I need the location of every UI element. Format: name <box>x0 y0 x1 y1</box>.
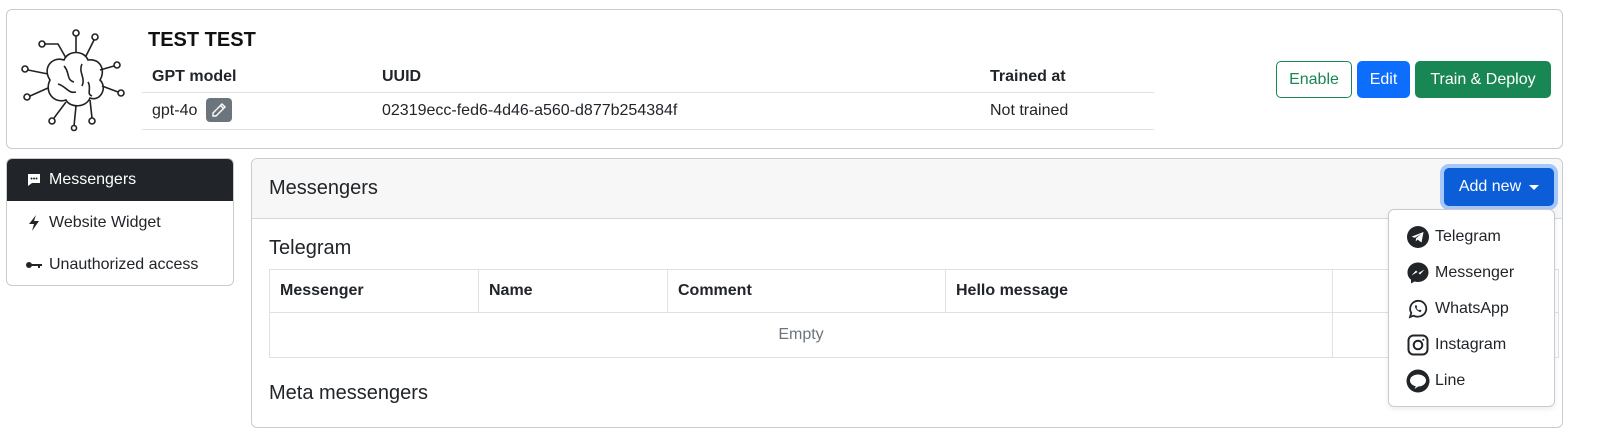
uuid-header: UUID <box>372 62 980 93</box>
sidebar-item-label: Website Widget <box>49 214 161 231</box>
chat-dots-icon <box>25 171 43 189</box>
sidebar-item-label: Unauthorized access <box>49 256 199 273</box>
meta-messengers-section-title: Meta messengers <box>269 382 428 404</box>
dropdown-item-label: WhatsApp <box>1435 300 1509 317</box>
add-new-dropdown-menu: Telegram Messenger WhatsApp Instagram Li… <box>1388 209 1555 407</box>
trained-at-value: Not trained <box>980 92 1154 130</box>
column-header: Comment <box>667 269 946 313</box>
column-header: Messenger <box>269 269 479 313</box>
dropdown-item-label: Instagram <box>1435 336 1507 353</box>
trained-at-header: Trained at <box>980 62 1154 93</box>
bot-details-table: GPT model UUID Trained at gpt-4o 02319ec… <box>142 62 1154 130</box>
bot-title: TEST TEST <box>148 29 256 51</box>
panel-header: Messengers Add new <box>252 159 1562 219</box>
dropdown-item-line[interactable]: Line <box>1405 366 1465 396</box>
empty-cell: Empty <box>269 312 1333 358</box>
pencil-icon <box>212 103 226 117</box>
brain-circuit-logo <box>21 29 125 132</box>
edit-button[interactable]: Edit <box>1357 61 1410 98</box>
dropdown-item-whatsapp[interactable]: WhatsApp <box>1405 294 1509 324</box>
sidebar-item-label: Messengers <box>49 171 137 188</box>
enable-button[interactable]: Enable <box>1276 61 1352 98</box>
sidebar-item-unauthorized-access[interactable]: Unauthorized access <box>7 244 233 285</box>
lightning-icon <box>25 214 43 232</box>
whatsapp-icon <box>1405 296 1431 322</box>
panel-title: Messengers <box>269 177 378 199</box>
sidebar-item-messengers[interactable]: Messengers <box>7 159 233 201</box>
messenger-icon <box>1405 260 1431 286</box>
telegram-icon <box>1405 224 1431 250</box>
telegram-table: Messenger Name Comment Hello message Emp… <box>269 269 1559 358</box>
line-icon <box>1405 368 1431 394</box>
instagram-icon <box>1405 332 1431 358</box>
add-new-button[interactable]: Add new <box>1444 168 1554 206</box>
messengers-panel: Messengers Add new Telegram Messenger Na… <box>251 158 1563 428</box>
dropdown-item-telegram[interactable]: Telegram <box>1405 222 1501 252</box>
dropdown-item-label: Line <box>1435 372 1466 389</box>
add-new-label: Add new <box>1458 178 1522 195</box>
gpt-model-header: GPT model <box>142 62 372 93</box>
dropdown-item-label: Messenger <box>1435 264 1515 281</box>
telegram-section-title: Telegram <box>269 237 352 259</box>
gpt-model-value: gpt-4o <box>152 102 198 120</box>
column-header: Name <box>478 269 668 313</box>
gpt-model-cell: gpt-4o <box>142 92 372 130</box>
sidebar-item-website-widget[interactable]: Website Widget <box>7 202 233 244</box>
column-header: Hello message <box>945 269 1333 313</box>
caret-down-icon <box>1529 184 1540 190</box>
dropdown-item-label: Telegram <box>1435 228 1501 245</box>
dropdown-item-instagram[interactable]: Instagram <box>1405 330 1506 360</box>
key-icon <box>25 256 43 274</box>
train-deploy-button[interactable]: Train & Deploy <box>1415 61 1551 98</box>
uuid-value: 02319ecc-fed6-4d46-a560-d877b254384f <box>372 92 980 130</box>
sidebar-nav: Messengers Website Widget Unauthorized a… <box>6 158 234 286</box>
dropdown-item-messenger[interactable]: Messenger <box>1405 258 1514 288</box>
edit-model-button[interactable] <box>205 98 232 122</box>
